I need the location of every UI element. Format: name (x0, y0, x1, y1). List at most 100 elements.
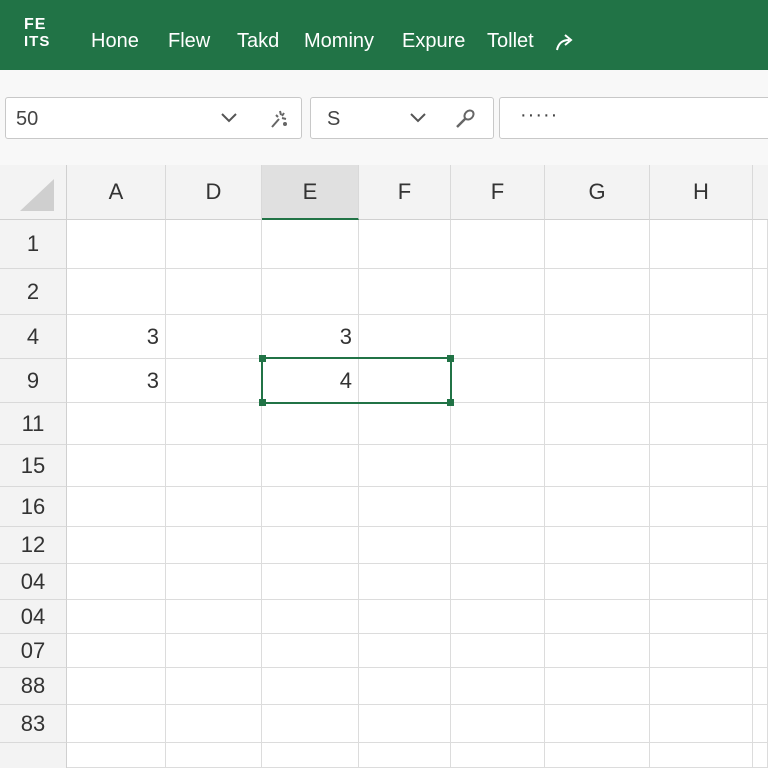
cell[interactable] (359, 705, 451, 743)
cell[interactable] (451, 743, 545, 768)
cell[interactable] (753, 359, 768, 403)
cell[interactable] (650, 487, 753, 527)
cell[interactable] (650, 220, 753, 269)
cell[interactable] (753, 445, 768, 487)
chevron-down-icon[interactable] (220, 111, 238, 125)
cell[interactable] (67, 564, 166, 600)
menu-item-flew[interactable]: Flew (168, 30, 210, 53)
menu-item-tollet[interactable]: Tollet (487, 30, 534, 53)
cell[interactable] (545, 269, 650, 315)
cell[interactable] (166, 269, 262, 315)
row-header-2[interactable]: 2 (0, 269, 67, 315)
row-header-16[interactable]: 16 (0, 487, 67, 527)
cell[interactable] (753, 403, 768, 445)
row-header-88[interactable]: 88 (0, 668, 67, 705)
name-box[interactable]: 50 (5, 97, 302, 139)
cell[interactable] (545, 634, 650, 668)
cell[interactable] (359, 220, 451, 269)
cell[interactable] (67, 600, 166, 634)
cell[interactable] (753, 705, 768, 743)
cell[interactable] (166, 705, 262, 743)
cell[interactable] (650, 315, 753, 359)
row-header-04b[interactable]: 04 (0, 600, 67, 634)
cell[interactable] (166, 527, 262, 564)
cell[interactable] (451, 705, 545, 743)
cell[interactable]: 3 (262, 315, 359, 359)
cell[interactable] (166, 600, 262, 634)
cell[interactable] (262, 705, 359, 743)
cell[interactable] (545, 315, 650, 359)
sparkle-icon[interactable] (268, 107, 292, 131)
row-header-overflow[interactable] (0, 743, 67, 768)
cell[interactable] (451, 220, 545, 269)
cell[interactable] (753, 743, 768, 768)
cell[interactable] (650, 668, 753, 705)
cell[interactable] (753, 487, 768, 527)
cell[interactable] (451, 359, 545, 403)
row-header-4[interactable]: 4 (0, 315, 67, 359)
menu-item-expure[interactable]: Expure (402, 30, 465, 53)
cell[interactable] (753, 220, 768, 269)
cell[interactable] (359, 743, 451, 768)
cell[interactable] (451, 269, 545, 315)
cell[interactable] (67, 705, 166, 743)
cell[interactable] (67, 220, 166, 269)
cell[interactable] (545, 527, 650, 564)
cell[interactable] (67, 634, 166, 668)
cell[interactable] (262, 487, 359, 527)
cell[interactable] (451, 600, 545, 634)
cell[interactable] (166, 487, 262, 527)
column-header-g[interactable]: G (545, 165, 650, 220)
cell[interactable] (650, 600, 753, 634)
cell[interactable] (359, 600, 451, 634)
cell[interactable] (67, 269, 166, 315)
cell[interactable] (262, 527, 359, 564)
cell[interactable] (753, 668, 768, 705)
cell[interactable] (67, 527, 166, 564)
cell[interactable] (166, 564, 262, 600)
cell[interactable] (166, 634, 262, 668)
cell[interactable]: 4 (262, 359, 359, 403)
cell[interactable] (67, 403, 166, 445)
cell[interactable] (262, 220, 359, 269)
cell[interactable] (262, 743, 359, 768)
cell[interactable] (166, 359, 262, 403)
formula-bar[interactable]: ····· (499, 97, 768, 139)
cell[interactable] (753, 527, 768, 564)
cell[interactable] (753, 564, 768, 600)
cell[interactable] (67, 445, 166, 487)
cell[interactable] (166, 315, 262, 359)
cell[interactable] (545, 705, 650, 743)
cell[interactable] (262, 403, 359, 445)
cell[interactable] (67, 743, 166, 768)
cell[interactable] (67, 487, 166, 527)
column-header-d[interactable]: D (166, 165, 262, 220)
row-header-12[interactable]: 12 (0, 527, 67, 564)
cell[interactable]: 3 (67, 315, 166, 359)
row-header-1[interactable]: 1 (0, 220, 67, 269)
chevron-down-icon[interactable] (409, 111, 427, 125)
app-logo[interactable]: FE ITS (24, 16, 64, 56)
cell[interactable] (359, 487, 451, 527)
cell[interactable] (359, 445, 451, 487)
cell[interactable] (451, 668, 545, 705)
select-all-corner[interactable] (0, 165, 67, 220)
cell[interactable] (359, 668, 451, 705)
column-header-h[interactable]: H (650, 165, 753, 220)
cell[interactable] (359, 527, 451, 564)
cell[interactable] (753, 600, 768, 634)
cell[interactable] (451, 527, 545, 564)
menu-item-mominy[interactable]: Mominy (304, 30, 374, 53)
menu-item-hone[interactable]: Hone (91, 30, 139, 53)
cell[interactable] (753, 269, 768, 315)
column-header-f2[interactable]: F (451, 165, 545, 220)
cell[interactable]: 3 (67, 359, 166, 403)
cell[interactable] (262, 564, 359, 600)
cell[interactable] (359, 564, 451, 600)
cell[interactable] (753, 634, 768, 668)
cell[interactable] (545, 487, 650, 527)
share-icon[interactable] (554, 32, 576, 54)
cell[interactable] (753, 315, 768, 359)
cell[interactable] (650, 445, 753, 487)
cell[interactable] (451, 315, 545, 359)
